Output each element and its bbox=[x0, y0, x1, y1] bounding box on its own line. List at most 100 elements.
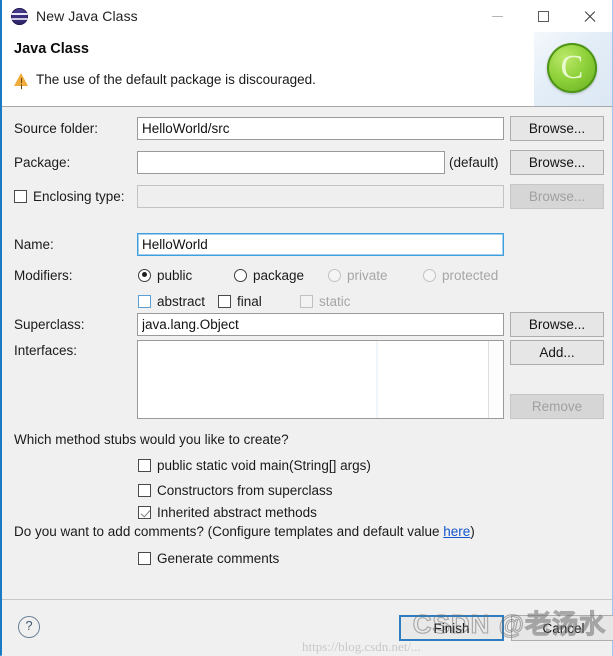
maximize-icon bbox=[537, 10, 549, 22]
radio-private-icon bbox=[328, 268, 341, 282]
modifier-checkbox-abstract[interactable]: abstract bbox=[138, 294, 218, 309]
close-icon bbox=[583, 10, 596, 23]
checkbox-generate-comments[interactable]: Generate comments bbox=[138, 551, 279, 566]
superclass-browse-button[interactable]: Browse... bbox=[510, 312, 604, 337]
configure-templates-link[interactable]: here bbox=[443, 524, 470, 539]
stub-constructors-row: Constructors from superclass bbox=[2, 478, 612, 502]
checkbox-abstract-icon bbox=[138, 294, 151, 308]
generate-comments-label: Generate comments bbox=[157, 550, 280, 566]
source-folder-browse-button[interactable]: Browse... bbox=[510, 116, 604, 141]
stub-checkbox-constructors[interactable]: Constructors from superclass bbox=[138, 483, 333, 498]
superclass-input[interactable] bbox=[137, 312, 504, 336]
help-button[interactable]: ? bbox=[18, 616, 40, 638]
name-row: Name: bbox=[2, 232, 612, 256]
interfaces-listbox[interactable] bbox=[137, 340, 504, 419]
enclosing-type-checkbox-wrap[interactable]: Enclosing type: bbox=[14, 189, 125, 204]
package-label: Package: bbox=[14, 154, 71, 170]
warning-triangle-icon bbox=[14, 72, 29, 87]
modifier-radio-package[interactable]: package bbox=[234, 268, 328, 283]
enclosing-type-browse-button[interactable]: Browse... bbox=[510, 184, 604, 209]
source-folder-input[interactable] bbox=[137, 116, 504, 140]
modifier-flags-row: abstract final static bbox=[2, 289, 612, 313]
modifiers-row: Modifiers: public package private protec… bbox=[2, 263, 612, 287]
class-badge-icon: C bbox=[547, 43, 597, 93]
package-browse-button[interactable]: Browse... bbox=[510, 150, 604, 175]
interfaces-scrollbar[interactable] bbox=[376, 341, 503, 418]
modifier-radio-public[interactable]: public bbox=[138, 268, 234, 283]
modifiers-label: Modifiers: bbox=[14, 267, 73, 283]
comments-question-prefix: Do you want to add comments? (Configure … bbox=[14, 524, 444, 539]
modifier-package-label: package bbox=[253, 267, 305, 283]
status-message-text: The use of the default package is discou… bbox=[36, 72, 316, 87]
comments-question: Do you want to add comments? (Configure … bbox=[14, 524, 475, 539]
radio-package-icon bbox=[234, 268, 247, 282]
status-message: The use of the default package is discou… bbox=[14, 72, 316, 87]
title-bar: New Java Class bbox=[2, 0, 612, 32]
package-input[interactable] bbox=[137, 150, 445, 174]
package-row: Package: (default) Browse... bbox=[2, 150, 612, 175]
interfaces-add-button[interactable]: Add... bbox=[510, 340, 604, 365]
new-java-class-dialog: New Java Class Java Class The use of the… bbox=[0, 0, 613, 656]
checkbox-main-method-icon bbox=[138, 458, 151, 472]
method-stubs-question: Which method stubs would you like to cre… bbox=[14, 432, 289, 447]
stub-constructors-label: Constructors from superclass bbox=[157, 482, 333, 498]
radio-protected-icon bbox=[423, 268, 436, 282]
modifier-public-label: public bbox=[157, 267, 193, 283]
dialog-header: Java Class The use of the default packag… bbox=[2, 32, 612, 107]
minimize-button[interactable] bbox=[474, 0, 520, 32]
minimize-icon bbox=[491, 15, 503, 17]
stub-checkbox-inherited[interactable]: Inherited abstract methods bbox=[138, 505, 317, 520]
enclosing-type-checkbox[interactable] bbox=[14, 189, 27, 203]
source-folder-label: Source folder: bbox=[14, 120, 99, 136]
modifier-checkbox-final[interactable]: final bbox=[218, 294, 300, 309]
close-button[interactable] bbox=[566, 0, 612, 32]
enclosing-type-label: Enclosing type: bbox=[33, 188, 125, 204]
modifier-flags-group: abstract final static bbox=[138, 294, 351, 309]
checkbox-final-icon bbox=[218, 294, 231, 308]
radio-public-icon bbox=[138, 268, 151, 282]
interfaces-remove-button[interactable]: Remove bbox=[510, 394, 604, 419]
checkbox-constructors-icon bbox=[138, 483, 151, 497]
dialog-footer: ? Finish Cancel bbox=[2, 599, 613, 656]
interfaces-scrollbar-track bbox=[376, 341, 378, 418]
checkbox-generate-comments-icon bbox=[138, 551, 151, 565]
access-modifier-group: public package private protected bbox=[138, 268, 498, 283]
modifier-checkbox-static[interactable]: static bbox=[300, 294, 351, 309]
name-input[interactable] bbox=[137, 232, 504, 256]
enclosing-type-row: Enclosing type: Browse... bbox=[2, 184, 612, 209]
checkbox-inherited-methods-icon bbox=[138, 505, 151, 519]
eclipse-sphere-icon bbox=[11, 7, 28, 25]
checkbox-static-icon bbox=[300, 294, 313, 308]
modifier-abstract-label: abstract bbox=[157, 293, 206, 309]
class-badge-letter: C bbox=[560, 49, 584, 86]
page-title: Java Class bbox=[14, 41, 89, 57]
stub-inherited-row: Inherited abstract methods bbox=[2, 500, 612, 524]
stub-main-row: public static void main(String[] args) bbox=[2, 453, 612, 477]
enclosing-type-input[interactable] bbox=[137, 184, 504, 208]
modifier-static-label: static bbox=[319, 293, 351, 309]
modifier-final-label: final bbox=[237, 293, 262, 309]
superclass-label: Superclass: bbox=[14, 316, 85, 332]
modifier-private-label: private bbox=[347, 267, 388, 283]
finish-button[interactable]: Finish bbox=[399, 615, 504, 641]
modifier-radio-protected[interactable]: protected bbox=[423, 268, 498, 283]
source-folder-row: Source folder: Browse... bbox=[2, 116, 612, 141]
package-default-hint: (default) bbox=[449, 154, 499, 170]
window-controls bbox=[474, 0, 612, 32]
stub-inherited-label: Inherited abstract methods bbox=[157, 504, 317, 520]
interfaces-label: Interfaces: bbox=[14, 343, 78, 358]
superclass-row: Superclass: Browse... bbox=[2, 312, 612, 337]
cancel-button[interactable]: Cancel bbox=[511, 615, 613, 641]
name-label: Name: bbox=[14, 236, 54, 252]
java-class-banner: C bbox=[534, 32, 612, 106]
modifier-protected-label: protected bbox=[442, 267, 499, 283]
generate-comments-row: Generate comments bbox=[2, 546, 612, 570]
stub-main-label: public static void main(String[] args) bbox=[157, 457, 371, 473]
comments-question-suffix: ) bbox=[470, 524, 475, 539]
interfaces-row: Interfaces: Add... Remove bbox=[2, 340, 612, 420]
stub-checkbox-main[interactable]: public static void main(String[] args) bbox=[138, 458, 371, 473]
modifier-radio-private[interactable]: private bbox=[328, 268, 423, 283]
window-title: New Java Class bbox=[36, 8, 138, 24]
maximize-button[interactable] bbox=[520, 0, 566, 32]
dialog-body: Source folder: Browse... Package: (defau… bbox=[2, 107, 612, 599]
